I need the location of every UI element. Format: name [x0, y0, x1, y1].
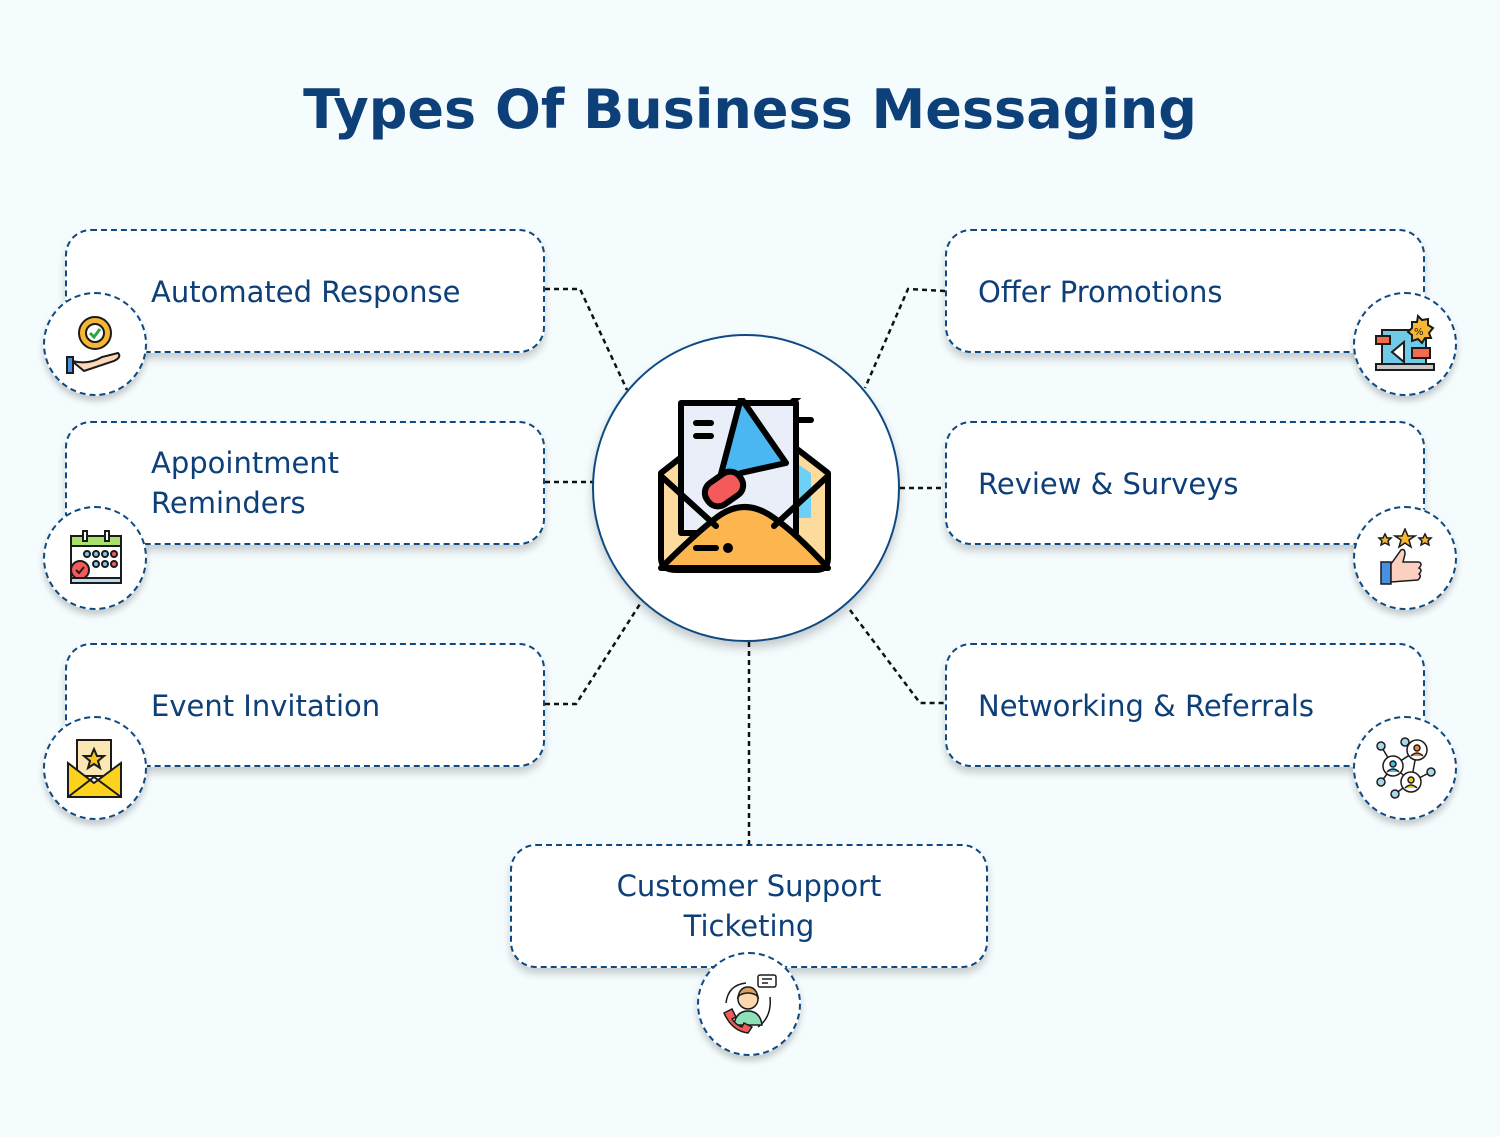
card-label-line-2: Ticketing: [683, 909, 815, 943]
card-label: Review & Surveys: [978, 467, 1239, 501]
icon-badge-review-surveys: [1353, 506, 1457, 610]
invitation-envelope-icon: [67, 739, 122, 798]
laptop-promotion-icon: %: [1375, 314, 1435, 371]
card-review-surveys[interactable]: Review & Surveys: [945, 421, 1425, 545]
gear-hand-icon: [66, 316, 121, 374]
svg-text:%: %: [1414, 327, 1424, 338]
calendar-check-icon: [70, 530, 122, 584]
icon-badge-offer-promotions: %: [1353, 292, 1457, 396]
support-agent-icon: [723, 974, 777, 1034]
card-label: Event Invitation: [151, 689, 381, 723]
card-label-line-2: Reminders: [151, 486, 306, 520]
center-hub: [592, 334, 900, 642]
card-label: Automated Response: [151, 275, 461, 309]
network-people-icon: [1376, 737, 1436, 799]
connector-automated-response: [545, 287, 629, 391]
card-networking-referrals[interactable]: Networking & Referrals: [945, 643, 1425, 767]
card-label: Networking & Referrals: [978, 689, 1314, 723]
icon-badge-automated-response: [43, 292, 147, 396]
card-label-line-1: Appointment: [151, 446, 340, 480]
card-label: Offer Promotions: [978, 275, 1223, 309]
connector-networking-referrals: [849, 609, 945, 705]
card-label-line-1: Customer Support: [616, 869, 882, 903]
icon-badge-event-invitation: [43, 716, 147, 820]
megaphone-envelope-icon: [658, 398, 831, 573]
card-customer-support-ticketing[interactable]: Customer Support Ticketing: [510, 844, 988, 968]
icon-badge-customer-support-ticketing: [697, 952, 801, 1056]
icon-badge-networking-referrals: [1353, 716, 1457, 820]
connector-offer-promotions: [863, 287, 946, 389]
thumbs-up-stars-icon: [1377, 528, 1433, 585]
connector-event-invitation: [545, 603, 642, 706]
icon-badge-appointment-reminders: [43, 506, 147, 610]
